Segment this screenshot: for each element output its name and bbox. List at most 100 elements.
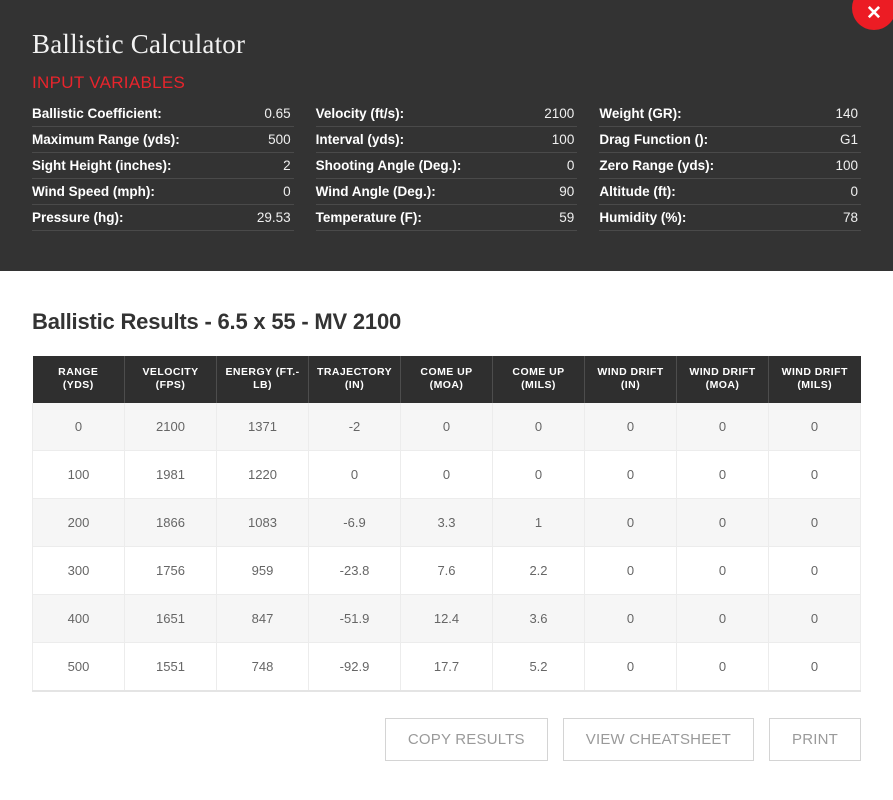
table-body: 021001371-200000100198112200000002001866… <box>33 403 861 691</box>
table-cell: 2.2 <box>493 546 585 594</box>
table-cell: 0 <box>677 498 769 546</box>
input-variable-row: Weight (GR):140 <box>599 101 861 127</box>
table-row: 3001756959-23.87.62.2000 <box>33 546 861 594</box>
page-title: Ballistic Calculator <box>32 30 861 60</box>
table-cell: 0 <box>585 403 677 451</box>
table-row: 20018661083-6.93.31000 <box>33 498 861 546</box>
input-variables-column: Ballistic Coefficient: 0.65 Maximum Range … <box>32 101 294 231</box>
input-variable-label: Velocity (ft/s): <box>316 106 405 121</box>
input-variable-label: Zero Range (yds): <box>599 158 714 173</box>
table-cell: 0 <box>677 450 769 498</box>
table-cell: 1981 <box>125 450 217 498</box>
input-variable-value: 100 <box>544 132 575 147</box>
table-cell: 2100 <box>125 403 217 451</box>
column-header-line1: ENERGY (FT.- <box>220 366 305 379</box>
table-cell: 0 <box>585 546 677 594</box>
table-cell: 0 <box>585 498 677 546</box>
input-variable-value: 0 <box>842 184 858 199</box>
copy-results-button[interactable]: COPY RESULTS <box>385 718 548 761</box>
input-variable-label: Maximum Range (yds): <box>32 132 180 147</box>
input-variable-row: Sight Height (inches):2 <box>32 153 294 179</box>
input-variable-label: Shooting Angle (Deg.): <box>316 158 462 173</box>
column-header-line1: WIND DRIFT <box>772 366 858 379</box>
column-header-line2: (FPS) <box>128 379 213 392</box>
input-variable-label: Temperature (F): <box>316 210 422 225</box>
column-header-line2: (IN) <box>312 379 397 392</box>
input-variable-row: Pressure (hg): 29.53 <box>32 205 294 231</box>
print-button[interactable]: PRINT <box>769 718 861 761</box>
column-header-line1: VELOCITY <box>128 366 213 379</box>
column-header-line1: WIND DRIFT <box>680 366 765 379</box>
column-header-line1: WIND DRIFT <box>588 366 673 379</box>
table-row: 5001551748-92.917.75.2000 <box>33 642 861 691</box>
input-variable-row: Altitude (ft): 0 <box>599 179 861 205</box>
table-cell: 0 <box>309 450 401 498</box>
input-variable-value: 78 <box>835 210 858 225</box>
table-cell: 500 <box>33 642 125 691</box>
input-variable-row: Wind Speed (mph): 0 <box>32 179 294 205</box>
table-row: 4001651847-51.912.43.6000 <box>33 594 861 642</box>
column-header: WIND DRIFT(MILS) <box>769 356 861 403</box>
table-cell: 1220 <box>217 450 309 498</box>
column-header: COME UP(MILS) <box>493 356 585 403</box>
table-cell: 1371 <box>217 403 309 451</box>
input-variable-label: Humidity (%): <box>599 210 686 225</box>
table-cell: 3.3 <box>401 498 493 546</box>
input-variable-row: Maximum Range (yds): 500 <box>32 127 294 153</box>
table-cell: -2 <box>309 403 401 451</box>
table-cell: 1756 <box>125 546 217 594</box>
view-cheatsheet-button[interactable]: VIEW CHEATSHEET <box>563 718 754 761</box>
input-variable-label: Ballistic Coefficient: <box>32 106 162 121</box>
input-variables-column: Weight (GR):140Drag Function ():G1Zero R… <box>599 101 861 231</box>
table-cell: 0 <box>769 546 861 594</box>
column-header-line2: (YDS) <box>36 379 122 392</box>
table-cell: -6.9 <box>309 498 401 546</box>
input-variable-value: 29.53 <box>249 210 291 225</box>
ballistic-results-table: RANGE(YDS) VELOCITY(FPS) ENERGY (FT.-LB) TR… <box>32 356 861 692</box>
input-variable-value: 500 <box>260 132 291 147</box>
input-variable-label: Sight Height (inches): <box>32 158 172 173</box>
column-header-line2: (MOA) <box>680 379 765 392</box>
table-cell: 17.7 <box>401 642 493 691</box>
table-cell: 0 <box>493 450 585 498</box>
input-variable-value: 140 <box>827 106 858 121</box>
input-variable-value: 0 <box>275 184 291 199</box>
column-header-line2: (MILS) <box>496 379 581 392</box>
table-cell: 0 <box>769 594 861 642</box>
input-variable-label: Altitude (ft): <box>599 184 675 199</box>
table-cell: 0 <box>677 594 769 642</box>
column-header-line2: (IN) <box>588 379 673 392</box>
column-header-line2: (MOA) <box>404 379 489 392</box>
column-header: COME UP(MOA) <box>401 356 493 403</box>
input-variable-value: 90 <box>551 184 574 199</box>
column-header-line2: LB) <box>220 379 305 392</box>
results-section: Ballistic Results - 6.5 x 55 - MV 2100 R… <box>0 271 893 761</box>
input-variable-value: 0.65 <box>256 106 290 121</box>
table-row: 021001371-200000 <box>33 403 861 451</box>
table-cell: 5.2 <box>493 642 585 691</box>
table-cell: 100 <box>33 450 125 498</box>
table-cell: -23.8 <box>309 546 401 594</box>
table-cell: 0 <box>33 403 125 451</box>
input-variable-label: Wind Angle (Deg.): <box>316 184 436 199</box>
input-variable-label: Pressure (hg): <box>32 210 124 225</box>
results-title: Ballistic Results - 6.5 x 55 - MV 2100 <box>32 309 861 335</box>
column-header-line1: COME UP <box>496 366 581 379</box>
table-cell: 959 <box>217 546 309 594</box>
column-header-line1: TRAJECTORY <box>312 366 397 379</box>
table-cell: 1 <box>493 498 585 546</box>
table-cell: 0 <box>585 642 677 691</box>
close-glyph: ✕ <box>866 4 882 23</box>
input-variable-value: G1 <box>832 132 858 147</box>
table-cell: 1551 <box>125 642 217 691</box>
column-header-line1: RANGE <box>36 366 122 379</box>
table-cell: 0 <box>677 642 769 691</box>
table-cell: 300 <box>33 546 125 594</box>
table-cell: 12.4 <box>401 594 493 642</box>
ballistic-calculator-modal: ✕ Ballistic Calculator INPUT VARIABLES B… <box>0 0 893 800</box>
table-cell: 0 <box>677 546 769 594</box>
input-variables-column: Velocity (ft/s): 2100 Interval (yds):100 Sh… <box>316 101 578 231</box>
input-variable-label: Wind Speed (mph): <box>32 184 155 199</box>
input-variable-value: 2100 <box>536 106 574 121</box>
input-variable-row: Interval (yds):100 <box>316 127 578 153</box>
